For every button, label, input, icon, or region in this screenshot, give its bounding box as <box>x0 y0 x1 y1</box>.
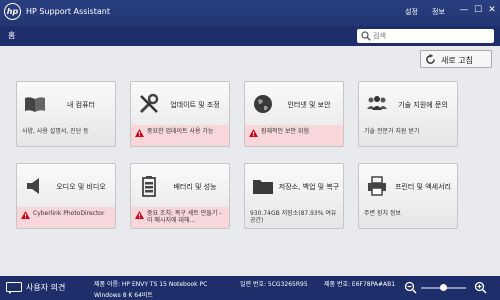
tile-status-warning: 중요한 업데이트 사용 가능 <box>131 125 229 146</box>
tile-internet-security[interactable]: 인터넷 및 보안 잠재적인 보안 위험 <box>244 81 344 147</box>
hp-logo-icon: hp <box>4 3 21 20</box>
tile-updates[interactable]: 업데이트 및 조정 중요한 업데이트 사용 가능 <box>130 81 230 147</box>
tile-status-warning: 중요 조치: 복구 세트 만들기 - 이 메시지에 대해... <box>131 207 229 228</box>
search-box[interactable] <box>357 29 494 43</box>
tile-status-text: 중요한 업데이트 사용 가능 <box>147 128 214 135</box>
os-info: Windows 8 K 64비트 <box>94 292 153 299</box>
close-button[interactable]: ✕ <box>486 5 498 15</box>
refresh-label: 새로 고침 <box>441 56 473 65</box>
tile-status: 사양, 사용 설명서, 진단 등 <box>22 128 89 135</box>
footer-bar: 사용자 의견 제품 이름: HP ENVY TS 15 Notebook PC … <box>0 276 500 300</box>
tile-audio-video[interactable]: 오디오 및 비디오 Cyberlink PhotoDirector <box>16 163 116 229</box>
product-number: 제품 번호: E6F78PA#AB1 <box>324 281 396 288</box>
warning-icon <box>135 211 144 219</box>
tile-storage-backup[interactable]: 저장소, 백업 및 복구 930.74GB 저장소(87.93% 여유 공간) <box>244 163 344 229</box>
tile-title: 업데이트 및 조정 <box>170 100 220 109</box>
folder-icon <box>253 180 273 194</box>
battery-icon <box>142 176 156 197</box>
tile-status-warning: Cyberlink PhotoDirector <box>17 207 115 228</box>
minimize-button[interactable]: — <box>458 5 470 15</box>
tile-title: 배터리 및 성능 <box>173 182 217 191</box>
maximize-button[interactable]: ☐ <box>472 5 484 15</box>
tile-title: 기술 지원에 문의 <box>398 100 448 109</box>
feedback-icon[interactable] <box>6 282 22 294</box>
book-icon <box>25 97 45 112</box>
tile-status: 주변 장치 정보 <box>364 210 401 217</box>
tile-status-text: 중요 조치: 복구 세트 만들기 - 이 메시지에 대해... <box>147 210 222 224</box>
refresh-button[interactable]: 새로 고침 <box>420 50 492 68</box>
globe-icon <box>254 95 272 113</box>
breadcrumb-home[interactable]: 홈 <box>8 30 15 41</box>
tile-status-warning: 잠재적인 보안 위험 <box>245 125 343 146</box>
nav-bar: 홈 <box>0 26 500 46</box>
title-bar: hp HP Support Assistant 설정 정보 — ☐ ✕ <box>0 0 500 26</box>
feedback-link[interactable]: 사용자 의견 <box>26 282 65 293</box>
tile-title: 내 컴퓨터 <box>67 100 95 109</box>
refresh-icon <box>426 54 435 64</box>
product-name: 제품 이름: HP ENVY TS 15 Notebook PC <box>94 281 208 288</box>
serial-number: 일련 번호: 5CG3265R95 <box>240 281 308 288</box>
tile-battery-performance[interactable]: 배터리 및 성능 중요 조치: 복구 세트 만들기 - 이 메시지에 대해... <box>130 163 230 229</box>
printer-icon <box>368 176 386 196</box>
warning-icon <box>21 211 30 219</box>
app-title: HP Support Assistant <box>26 7 110 16</box>
tile-status: 기술 전문가 지원 받기 <box>364 128 420 135</box>
tile-title: 프린터 및 액세서리 <box>395 182 451 191</box>
tile-status-text: 잠재적인 보안 위험 <box>261 128 309 135</box>
tools-icon <box>139 93 159 114</box>
zoom-out-icon[interactable] <box>404 281 417 294</box>
warning-icon <box>249 129 258 137</box>
search-input[interactable] <box>373 30 488 42</box>
menu-settings[interactable]: 설정 <box>405 7 418 17</box>
tile-my-computer[interactable]: 내 컴퓨터 사양, 사용 설명서, 진단 등 <box>16 81 116 147</box>
people-icon <box>367 96 387 110</box>
menu-about[interactable]: 정보 <box>432 7 445 17</box>
tile-status-text: Cyberlink PhotoDirector <box>33 210 105 217</box>
zoom-in-icon[interactable] <box>474 281 487 294</box>
tile-title: 오디오 및 비디오 <box>56 182 106 191</box>
tile-tech-support[interactable]: 기술 지원에 문의 기술 전문가 지원 받기 <box>358 81 458 147</box>
tile-title: 인터넷 및 보안 <box>287 100 331 109</box>
tile-status: 930.74GB 저장소(87.93% 여유 공간) <box>250 210 337 224</box>
speaker-icon <box>27 178 39 194</box>
warning-icon <box>135 129 144 137</box>
search-icon <box>361 31 371 41</box>
tile-title: 저장소, 백업 및 복구 <box>278 182 340 191</box>
tile-printers-accessories[interactable]: 프린터 및 액세서리 주변 장치 정보 <box>358 163 458 229</box>
zoom-slider-knob[interactable] <box>440 284 447 291</box>
